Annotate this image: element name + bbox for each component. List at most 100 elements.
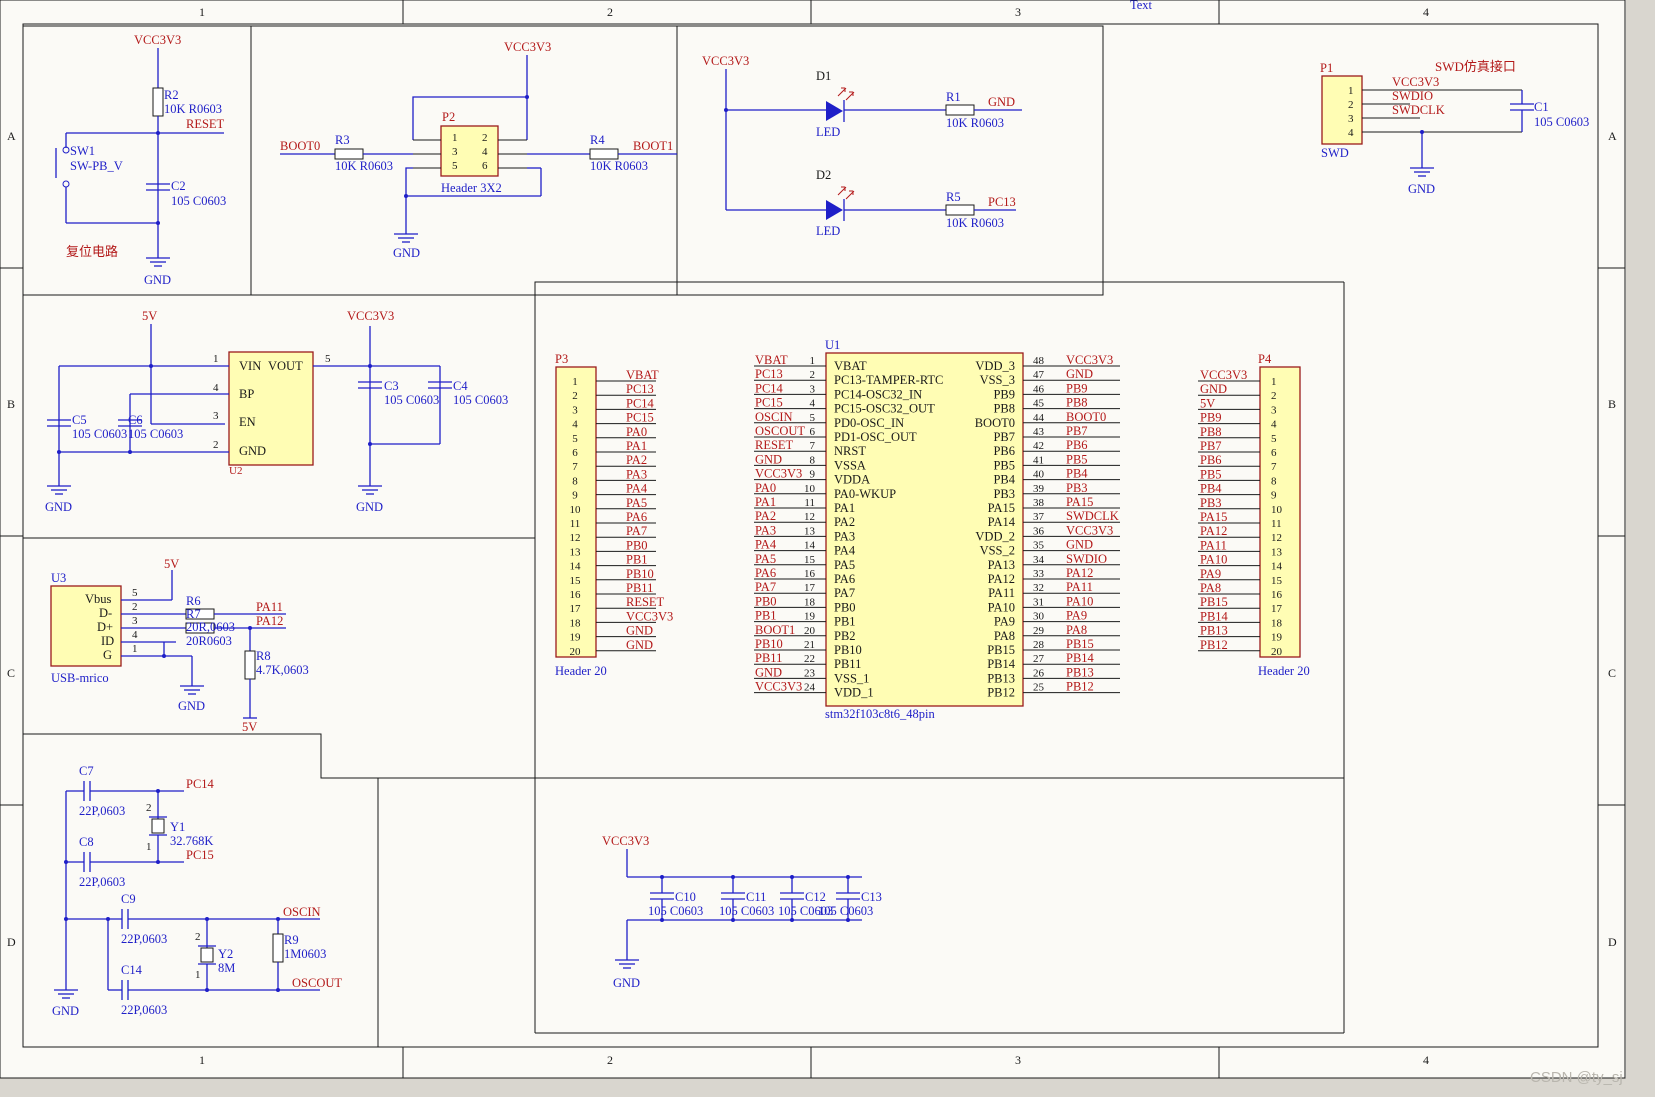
net-label: PA0: [626, 425, 647, 439]
net-label: PA2: [755, 509, 776, 523]
value-p3: Header 20: [555, 664, 607, 678]
mcu-pin-name: PB3: [993, 487, 1015, 501]
net-label-gnd: GND: [178, 699, 205, 713]
value-r6: 20R,0603: [186, 620, 235, 634]
net-label: GND: [1066, 367, 1093, 381]
net-label: OSCIN: [755, 410, 793, 424]
net-label-gnd: GND: [144, 273, 171, 287]
net-label: VCC3V3: [755, 680, 802, 694]
value-p2: Header 3X2: [441, 181, 502, 195]
header-pin-number: 3: [572, 404, 578, 416]
mcu-pin-name: PC15-OSC32_OUT: [834, 402, 935, 416]
mcu-pin-number: 28: [1033, 639, 1045, 651]
net-label: GND: [626, 624, 653, 638]
net-label: VCC3V3: [1200, 368, 1247, 382]
ref-decap: C10: [675, 890, 696, 904]
ref-c6: C6: [128, 413, 143, 427]
ref-p1: P1: [1320, 61, 1333, 75]
net-label: PA5: [755, 552, 776, 566]
svg-text:ID: ID: [101, 634, 114, 648]
mcu-pin-number: 5: [810, 412, 816, 424]
net-label-gnd: GND: [52, 1004, 79, 1018]
net-label-vcc3v3: VCC3V3: [602, 834, 649, 848]
header-pin-number: 1: [572, 376, 578, 388]
header-pin-number: 18: [570, 617, 582, 629]
net-label-oscin: OSCIN: [283, 905, 321, 919]
svg-text:1: 1: [1348, 85, 1354, 97]
svg-text:4: 4: [482, 146, 488, 158]
ref-y2: Y2: [218, 947, 233, 961]
net-label: PA15: [1066, 495, 1093, 509]
ref-y1: Y1: [170, 820, 185, 834]
ref-c5: C5: [72, 413, 87, 427]
ref-d1: D1: [816, 69, 831, 83]
ref-r3: R3: [335, 133, 350, 147]
net-label: PA4: [755, 538, 777, 552]
zone-row-label: B: [1608, 397, 1616, 411]
net-label: PB3: [1066, 481, 1088, 495]
svg-text:6: 6: [482, 160, 488, 172]
mcu-pin-number: 47: [1033, 369, 1045, 381]
svg-text:4: 4: [1348, 127, 1354, 139]
value-r4: 10K R0603: [590, 159, 648, 173]
header-pin-number: 20: [570, 646, 582, 658]
zone-row-label: C: [7, 666, 15, 680]
net-label: PA11: [1066, 580, 1093, 594]
svg-text:2: 2: [146, 802, 152, 814]
svg-text:G: G: [103, 648, 112, 662]
net-label: VCC3V3: [626, 609, 673, 623]
mcu-pin-number: 48: [1033, 355, 1045, 367]
value-d1: LED: [816, 125, 840, 139]
header-pin-number: 5: [572, 433, 578, 445]
mcu-pin-number: 23: [804, 667, 816, 679]
net-label: PB8: [1200, 425, 1222, 439]
header-pin-number: 2: [572, 390, 578, 402]
mcu-pin-number: 24: [804, 682, 816, 694]
mcu-pin-number: 25: [1033, 682, 1045, 694]
value-sw1: SW-PB_V: [70, 159, 123, 173]
net-label-gnd: GND: [1408, 182, 1435, 196]
mcu-pin-name: PD0-OSC_IN: [834, 416, 904, 430]
zone-row-label: B: [7, 397, 15, 411]
svg-text:1: 1: [213, 353, 219, 365]
net-label: PA12: [1200, 524, 1227, 538]
ref-r7: R7: [186, 607, 201, 621]
ref-c1: C1: [1534, 100, 1549, 114]
net-label: PB13: [1200, 624, 1228, 638]
header-p2: [440, 125, 499, 177]
net-label: PB10: [626, 567, 654, 581]
ref-r9: R9: [284, 933, 299, 947]
net-label: GND: [1066, 538, 1093, 552]
mcu-pin-number: 26: [1033, 667, 1045, 679]
header-pin-number: 13: [1271, 546, 1283, 558]
svg-text:BP: BP: [239, 387, 254, 401]
svg-text:D+: D+: [97, 620, 113, 634]
svg-text:1: 1: [132, 643, 138, 655]
mcu-pin-number: 29: [1033, 625, 1045, 637]
net-label: PB0: [755, 594, 777, 608]
net-label: RESET: [626, 595, 665, 609]
ref-d2: D2: [816, 168, 831, 182]
mcu-pin-name: VSS_2: [980, 544, 1015, 558]
net-label-boot0: BOOT0: [280, 139, 320, 153]
mcu-pin-name: PB2: [834, 629, 856, 643]
mcu-pin-name: PA3: [834, 529, 855, 543]
svg-text:4: 4: [213, 382, 219, 394]
header-pin-number: 6: [1271, 447, 1277, 459]
value-r5: 10K R0603: [946, 216, 1004, 230]
header-pin-number: 18: [1271, 617, 1283, 629]
net-label: PA11: [1200, 538, 1227, 552]
value-decap: 105 C0603: [648, 904, 703, 918]
net-label: PC13: [626, 382, 654, 396]
mcu-pin-name: VDD_2: [975, 529, 1015, 543]
value-c4: 105 C0603: [453, 393, 508, 407]
value-c6: 105 C0603: [128, 427, 183, 441]
net-label: BOOT1: [755, 623, 795, 637]
net-label: PA7: [755, 580, 776, 594]
header-pin-number: 13: [570, 546, 582, 558]
net-label: PB8: [1066, 396, 1088, 410]
mcu-pin-number: 43: [1033, 426, 1045, 438]
net-label-5v: 5V: [142, 309, 157, 323]
net-label: PB10: [755, 637, 783, 651]
value-p4: Header 20: [1258, 664, 1310, 678]
